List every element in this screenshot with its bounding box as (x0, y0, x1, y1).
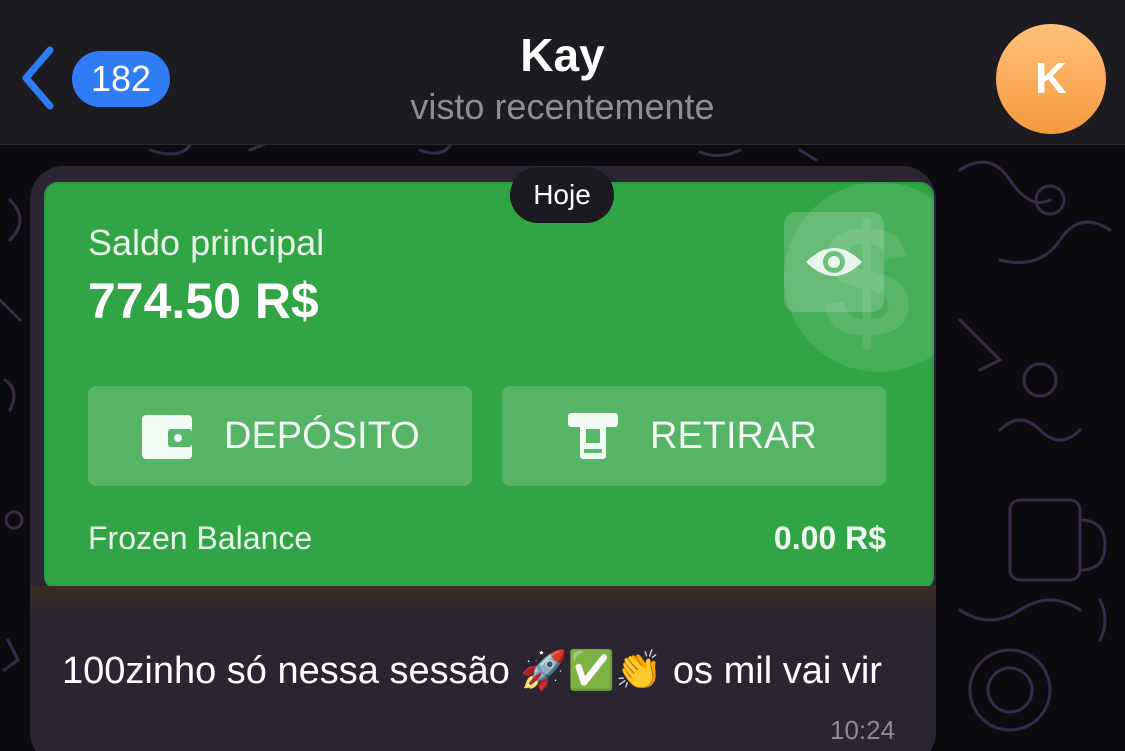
photo-bottom-strip (30, 586, 936, 620)
withdraw-label: RETIRAR (650, 414, 817, 457)
date-divider: Hoje (510, 167, 614, 223)
atm-icon (568, 413, 618, 459)
withdraw-button: RETIRAR (502, 386, 886, 486)
last-seen-status: visto recentemente (410, 86, 715, 127)
message-photo[interactable]: $ Saldo principal 774.50 R$ DEPÓSITO RET… (30, 166, 936, 620)
balance-value: 774.50 R$ (88, 273, 319, 329)
message-text: 100zinho só nessa sessão 🚀✅👏 os mil vai … (62, 650, 882, 692)
message-timestamp: 10:24 (830, 715, 896, 745)
frozen-balance-value: 0.00 R$ (773, 520, 886, 556)
balance-label: Saldo principal (88, 222, 325, 263)
eye-icon (784, 212, 884, 312)
wallet-card-screenshot: $ Saldo principal 774.50 R$ DEPÓSITO RET… (44, 182, 934, 590)
chat-header: 182 Kay visto recentemente K (0, 0, 1125, 145)
frozen-balance-label: Frozen Balance (88, 520, 313, 556)
contact-name[interactable]: Kay (0, 28, 1125, 82)
deposit-button: DEPÓSITO (88, 386, 472, 486)
deposit-label: DEPÓSITO (224, 414, 420, 457)
avatar[interactable]: K (996, 24, 1106, 134)
wallet-icon (142, 415, 192, 459)
